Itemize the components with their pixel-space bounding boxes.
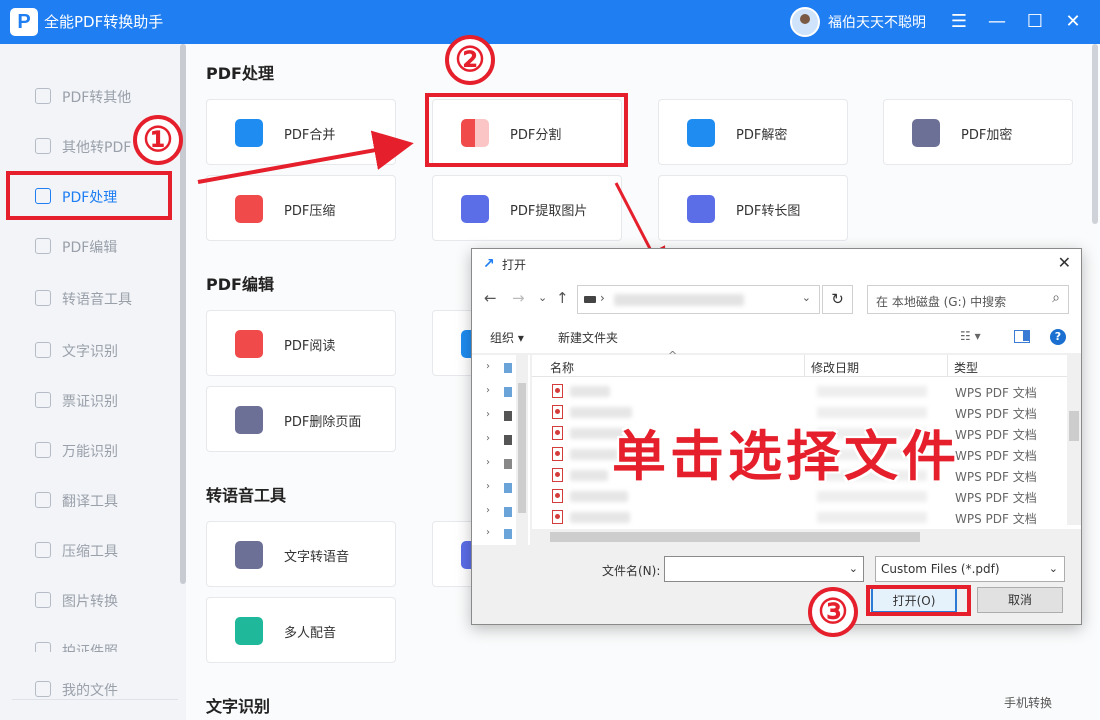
filename-input[interactable]: ⌄ — [664, 556, 864, 582]
help-icon[interactable]: ? — [1050, 329, 1066, 345]
pdf-file-icon — [552, 468, 563, 482]
highlight-open-button — [866, 585, 971, 616]
address-bar[interactable]: › ⌄ — [577, 285, 820, 314]
search-placeholder: 在 本地磁盘 (G:) 中搜索 — [876, 295, 1007, 309]
view-options-icon[interactable]: ☷ ▾ — [960, 329, 981, 343]
column-separator[interactable] — [804, 355, 805, 377]
chevron-down-icon[interactable]: ⌄ — [802, 291, 811, 304]
tree-expand-arrow[interactable]: › — [486, 433, 490, 444]
folder-icon — [504, 529, 512, 539]
chevron-down-icon[interactable]: ⌄ — [849, 562, 858, 575]
file-list-header: 名称 ^ 修改日期 类型 — [532, 349, 1081, 377]
column-name[interactable]: 名称 — [550, 359, 574, 376]
dialog-navbar: ← → ⌄ ↑ › ⌄ ↻ 在 本地磁盘 (G:) 中搜索 ⌕ — [472, 279, 1081, 321]
file-type: WPS PDF 文档 — [955, 428, 1037, 442]
search-icon: ⌕ — [1052, 290, 1060, 306]
folder-icon — [504, 483, 512, 493]
forward-arrow-icon[interactable]: → — [512, 289, 525, 307]
file-name-blurred — [570, 386, 610, 397]
file-name-blurred — [570, 449, 618, 460]
organize-menu[interactable]: 组织 ▾ — [490, 329, 524, 346]
column-separator[interactable] — [947, 355, 948, 377]
app-icon: ↗ — [483, 256, 495, 272]
file-type: WPS PDF 文档 — [955, 470, 1037, 484]
refresh-icon[interactable]: ↻ — [822, 285, 853, 314]
pdf-file-icon — [552, 489, 563, 503]
file-type: WPS PDF 文档 — [955, 407, 1037, 421]
pdf-file-icon — [552, 510, 563, 524]
recent-locations-icon[interactable]: ⌄ — [538, 291, 547, 304]
tree-expand-arrow[interactable]: › — [486, 481, 490, 492]
step2-marker: ② — [445, 35, 495, 85]
address-separator: › — [600, 291, 605, 305]
file-date-blurred — [817, 491, 927, 502]
pdf-file-icon — [552, 384, 563, 398]
dialog-titlebar: ↗ 打开 ✕ — [472, 249, 1081, 279]
step3-marker: ③ — [808, 587, 858, 637]
dialog-title: 打开 — [502, 258, 527, 272]
chevron-down-icon[interactable]: ⌄ — [1049, 562, 1058, 575]
tree-expand-arrow[interactable]: › — [486, 505, 490, 516]
folder-icon — [504, 507, 512, 517]
column-type[interactable]: 类型 — [954, 359, 978, 376]
dialog-toolbar: 组织 ▾ 新建文件夹 ☷ ▾ ? — [472, 321, 1081, 353]
close-icon[interactable]: ✕ — [1058, 253, 1071, 272]
tree-expand-arrow[interactable]: › — [486, 409, 490, 420]
file-type-filter-value: Custom Files (*.pdf) — [881, 562, 1000, 576]
file-date-blurred — [817, 386, 927, 397]
folder-icon — [504, 387, 512, 397]
up-arrow-icon[interactable]: ↑ — [556, 289, 569, 307]
pdf-file-icon — [552, 426, 563, 440]
file-list-scroll-thumb[interactable] — [1069, 411, 1079, 441]
sort-indicator: ^ — [668, 349, 678, 362]
preview-pane-icon[interactable] — [1014, 330, 1030, 343]
folder-icon — [504, 411, 512, 421]
file-list-hscroll-thumb[interactable] — [550, 532, 920, 542]
filename-label: 文件名(N): — [602, 564, 661, 578]
file-name-blurred — [570, 470, 608, 481]
address-path-blurred — [614, 294, 744, 306]
file-type: WPS PDF 文档 — [955, 386, 1037, 400]
file-row[interactable]: WPS PDF 文档 — [532, 381, 1067, 402]
overlay-instruction-text: 单击选择文件 — [612, 425, 960, 488]
file-type: WPS PDF 文档 — [955, 491, 1037, 505]
tree-expand-arrow[interactable]: › — [486, 457, 490, 468]
drive-icon — [584, 296, 596, 303]
tree-expand-arrow[interactable]: › — [486, 385, 490, 396]
file-type-filter[interactable]: Custom Files (*.pdf) ⌄ — [875, 556, 1065, 582]
file-name-blurred — [570, 491, 628, 502]
cancel-button[interactable]: 取消 — [977, 587, 1063, 613]
folder-icon — [504, 459, 512, 469]
pdf-file-icon — [552, 405, 563, 419]
folder-icon — [504, 363, 512, 373]
tree-expand-arrow[interactable]: › — [486, 361, 490, 372]
search-input[interactable]: 在 本地磁盘 (G:) 中搜索 ⌕ — [867, 285, 1069, 314]
file-date-blurred — [817, 512, 927, 523]
file-type: WPS PDF 文档 — [955, 449, 1037, 463]
file-name-blurred — [570, 512, 630, 523]
file-row[interactable]: WPS PDF 文档 — [532, 507, 1067, 528]
new-folder-button[interactable]: 新建文件夹 — [558, 329, 618, 346]
pdf-file-icon — [552, 447, 563, 461]
column-date[interactable]: 修改日期 — [811, 359, 859, 376]
tree-expand-arrow[interactable]: › — [486, 527, 490, 538]
step1-marker: ① — [133, 115, 183, 165]
folder-tree: › › › › › › › › — [472, 355, 530, 545]
file-type: WPS PDF 文档 — [955, 512, 1037, 526]
folder-icon — [504, 435, 512, 445]
tree-scroll-thumb[interactable] — [518, 383, 526, 513]
back-arrow-icon[interactable]: ← — [484, 289, 497, 307]
